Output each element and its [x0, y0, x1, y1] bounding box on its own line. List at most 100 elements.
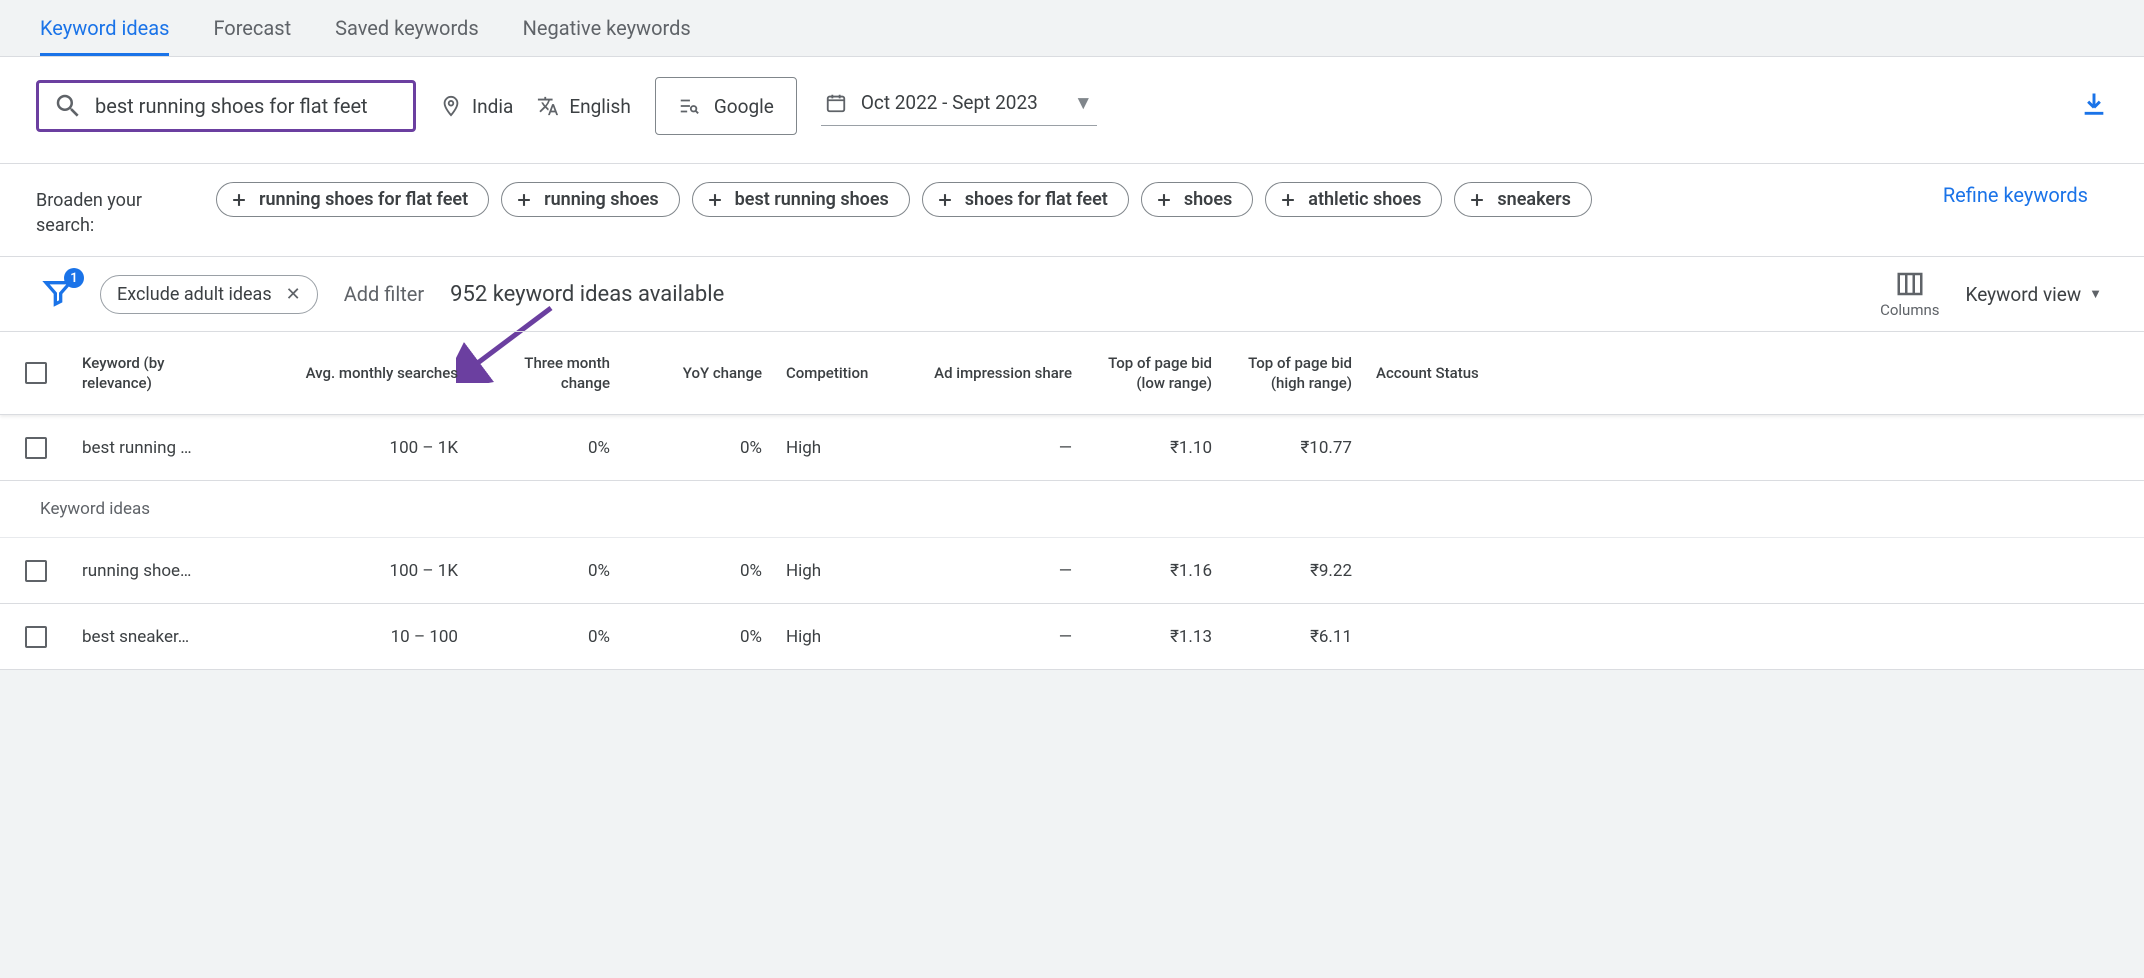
- broaden-chip[interactable]: running shoes: [501, 182, 680, 217]
- col-competition[interactable]: Competition: [776, 355, 916, 391]
- keyword-search-input[interactable]: best running shoes for flat feet: [36, 80, 416, 132]
- search-value: best running shoes for flat feet: [95, 94, 368, 118]
- cell-keyword: running shoe…: [72, 561, 242, 581]
- chip-label: athletic shoes: [1308, 189, 1421, 210]
- filter-count-badge: 1: [64, 268, 84, 288]
- cell-bid-low: ₹1.13: [1170, 627, 1226, 647]
- filter-funnel-button[interactable]: 1: [42, 276, 74, 312]
- tab-forecast[interactable]: Forecast: [213, 0, 291, 56]
- keyword-ideas-section-label: Keyword ideas: [0, 481, 2144, 538]
- search-network-icon: [678, 95, 700, 117]
- broaden-chips: running shoes for flat feet running shoe…: [216, 182, 1903, 217]
- close-icon[interactable]: ✕: [286, 284, 301, 305]
- date-range-label: Oct 2022 - Sept 2023: [861, 91, 1038, 114]
- language-label: English: [569, 95, 630, 118]
- col-3m-change[interactable]: Three month change: [472, 345, 624, 402]
- cell-bid-high: ₹6.11: [1310, 627, 1366, 647]
- broaden-section: Broaden your search: running shoes for f…: [0, 164, 2144, 257]
- cell-yoy: 0%: [740, 438, 776, 458]
- plus-icon: [514, 190, 534, 210]
- chip-label: running shoes: [544, 189, 659, 210]
- chip-label: best running shoes: [735, 189, 889, 210]
- cell-bid-high: ₹9.22: [1310, 561, 1366, 581]
- plus-icon: [229, 190, 249, 210]
- col-avg-searches[interactable]: Avg. monthly searches: [296, 355, 472, 391]
- plus-icon: [1154, 190, 1174, 210]
- download-button[interactable]: [2080, 90, 2108, 122]
- filter-chip-label: Exclude adult ideas: [117, 284, 272, 305]
- col-bid-high[interactable]: Top of page bid (high range): [1226, 345, 1366, 402]
- cell-avg: 10 – 100: [391, 627, 472, 647]
- cell-impression: —: [1059, 561, 1086, 581]
- col-ad-impression[interactable]: Ad impression share: [924, 355, 1086, 391]
- row-checkbox[interactable]: [25, 560, 47, 582]
- cell-avg: 100 – 1K: [390, 438, 472, 458]
- col-keyword[interactable]: Keyword (by relevance): [72, 345, 242, 402]
- cell-competition: High: [776, 627, 916, 647]
- download-icon: [2080, 90, 2108, 118]
- chip-label: shoes: [1184, 189, 1232, 210]
- filter-bar: 1 Exclude adult ideas ✕ Add filter 952 k…: [0, 257, 2144, 331]
- cell-competition: High: [776, 561, 916, 581]
- table-row[interactable]: running shoe… 100 – 1K 0% 0% High — ₹1.1…: [0, 538, 2144, 604]
- broaden-chip[interactable]: best running shoes: [692, 182, 910, 217]
- columns-button[interactable]: Columns: [1880, 269, 1939, 319]
- cell-yoy: 0%: [740, 627, 776, 647]
- cell-avg: 100 – 1K: [390, 561, 472, 581]
- row-checkbox[interactable]: [25, 437, 47, 459]
- language-selector[interactable]: English: [537, 95, 630, 118]
- refine-keywords-button[interactable]: Refine keywords: [1943, 182, 2108, 209]
- controls-bar: best running shoes for flat feet India E…: [0, 57, 2144, 164]
- cell-impression: —: [1059, 627, 1086, 647]
- broaden-chip[interactable]: athletic shoes: [1265, 182, 1442, 217]
- search-network-selector[interactable]: Google: [655, 77, 797, 135]
- columns-icon: [1895, 269, 1925, 299]
- exclude-adult-chip[interactable]: Exclude adult ideas ✕: [100, 275, 318, 314]
- tab-saved-keywords[interactable]: Saved keywords: [335, 0, 479, 56]
- view-label: Keyword view: [1966, 283, 2082, 306]
- plus-icon: [1467, 190, 1487, 210]
- date-range-selector[interactable]: Oct 2022 - Sept 2023 ▼: [821, 87, 1097, 126]
- broaden-chip[interactable]: shoes: [1141, 182, 1253, 217]
- col-account-status[interactable]: Account Status: [1366, 355, 2144, 391]
- cell-3m: 0%: [588, 438, 624, 458]
- table-row[interactable]: best sneaker… 10 – 100 0% 0% High — ₹1.1…: [0, 604, 2144, 670]
- chip-label: shoes for flat feet: [965, 189, 1108, 210]
- cell-bid-high: ₹10.77: [1301, 438, 1367, 458]
- cell-keyword: best running …: [72, 438, 242, 458]
- cell-bid-low: ₹1.10: [1170, 438, 1226, 458]
- col-bid-low[interactable]: Top of page bid (low range): [1086, 345, 1226, 402]
- chevron-down-icon: ▼: [2089, 286, 2102, 302]
- add-filter-button[interactable]: Add filter: [344, 282, 424, 306]
- tabs-bar: Keyword ideas Forecast Saved keywords Ne…: [0, 0, 2144, 57]
- table-header: Keyword (by relevance) Avg. monthly sear…: [0, 331, 2144, 415]
- row-checkbox[interactable]: [25, 626, 47, 648]
- table-row[interactable]: best running … 100 – 1K 0% 0% High — ₹1.…: [0, 415, 2144, 481]
- keyword-view-dropdown[interactable]: Keyword view ▼: [1966, 283, 2102, 306]
- col-yoy-change[interactable]: YoY change: [673, 355, 776, 391]
- cell-competition: High: [776, 438, 916, 458]
- search-icon: [53, 91, 83, 121]
- chip-label: sneakers: [1497, 189, 1570, 210]
- select-all-checkbox[interactable]: [25, 362, 47, 384]
- tab-keyword-ideas[interactable]: Keyword ideas: [40, 0, 169, 56]
- location-pin-icon: [440, 95, 462, 117]
- cell-bid-low: ₹1.16: [1170, 561, 1226, 581]
- keyword-table: Keyword (by relevance) Avg. monthly sear…: [0, 331, 2144, 670]
- network-label: Google: [714, 95, 774, 118]
- columns-label: Columns: [1880, 301, 1939, 319]
- plus-icon: [705, 190, 725, 210]
- chevron-down-icon: ▼: [1074, 91, 1093, 115]
- broaden-chip[interactable]: running shoes for flat feet: [216, 182, 489, 217]
- plus-icon: [935, 190, 955, 210]
- tab-negative-keywords[interactable]: Negative keywords: [523, 0, 691, 56]
- cell-3m: 0%: [588, 561, 624, 581]
- location-selector[interactable]: India: [440, 95, 513, 118]
- broaden-chip[interactable]: shoes for flat feet: [922, 182, 1129, 217]
- translate-icon: [537, 95, 559, 117]
- ideas-available-text: 952 keyword ideas available: [450, 282, 724, 307]
- cell-yoy: 0%: [740, 561, 776, 581]
- plus-icon: [1278, 190, 1298, 210]
- broaden-chip[interactable]: sneakers: [1454, 182, 1591, 217]
- cell-3m: 0%: [588, 627, 624, 647]
